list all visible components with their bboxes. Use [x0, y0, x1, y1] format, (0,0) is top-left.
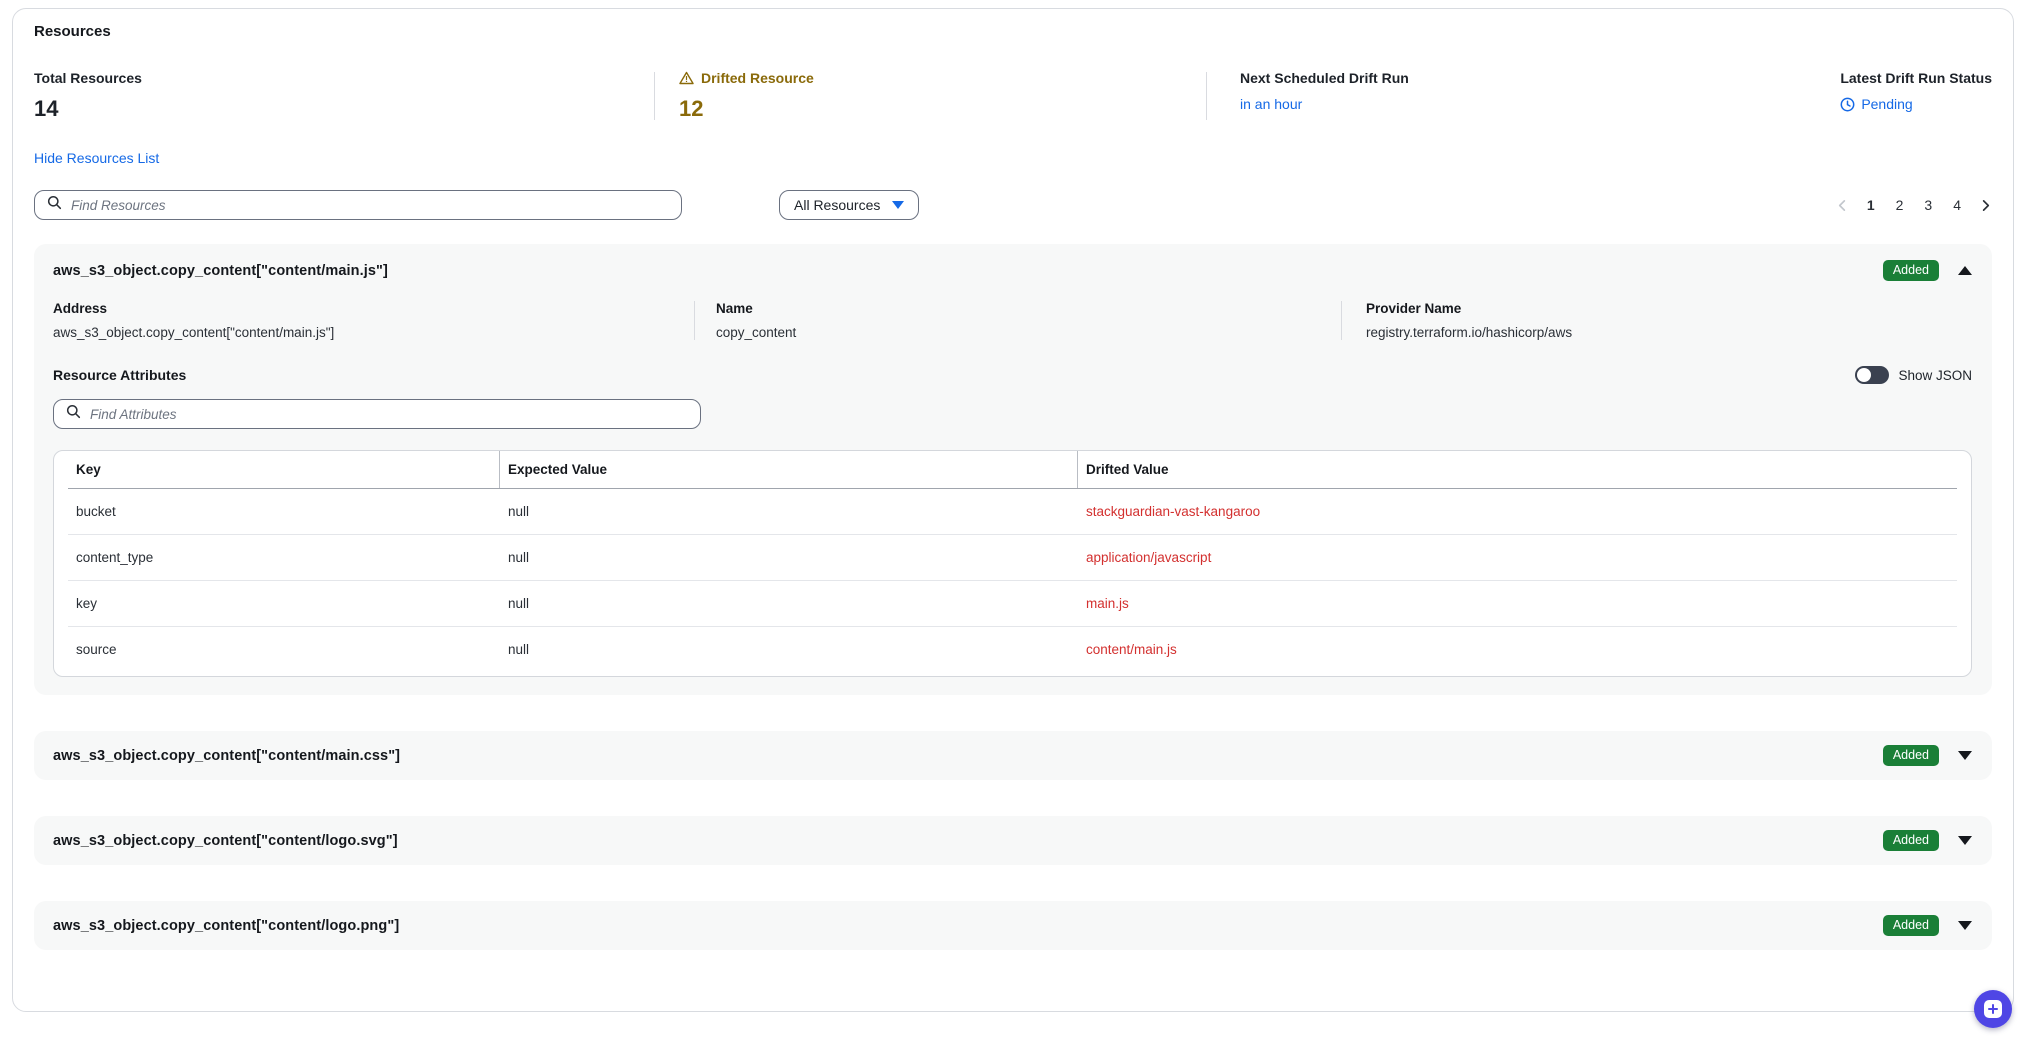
table-row: key null main.js	[68, 581, 1957, 627]
find-attributes-input[interactable]	[90, 407, 688, 422]
page-title: Resources	[34, 23, 1992, 40]
collapse-caret-icon[interactable]	[1958, 266, 1972, 275]
column-header-key: Key	[68, 451, 500, 488]
page-button-2[interactable]: 2	[1893, 195, 1907, 215]
pagination: 1 2 3 4	[1836, 195, 1992, 215]
plus-icon	[1984, 1000, 2002, 1018]
page-button-3[interactable]: 3	[1921, 195, 1935, 215]
resource-search-box[interactable]	[34, 190, 682, 220]
expand-caret-icon[interactable]	[1958, 751, 1972, 760]
field-name: Name copy_content	[695, 301, 1341, 340]
stat-total-value: 14	[34, 96, 654, 122]
resource-title: aws_s3_object.copy_content["content/main…	[53, 263, 388, 279]
expand-caret-icon[interactable]	[1958, 921, 1972, 930]
resource-card-collapsed[interactable]: aws_s3_object.copy_content["content/logo…	[34, 816, 1992, 865]
chevron-down-icon	[892, 201, 904, 209]
resources-panel: Resources Total Resources 14 Drifted Res…	[12, 8, 2014, 1012]
resource-card-collapsed[interactable]: aws_s3_object.copy_content["content/logo…	[34, 901, 1992, 950]
attribute-search-box[interactable]	[53, 399, 701, 429]
attributes-table: Key Expected Value Drifted Value bucket …	[53, 450, 1972, 677]
show-json-toggle[interactable]	[1855, 366, 1889, 384]
search-icon	[47, 195, 62, 215]
resource-title: aws_s3_object.copy_content["content/logo…	[53, 918, 399, 934]
chevron-left-icon[interactable]	[1836, 199, 1849, 212]
stat-latest-status-label: Latest Drift Run Status	[1840, 70, 1992, 86]
filter-selected-value: All Resources	[794, 197, 880, 213]
page-button-4[interactable]: 4	[1950, 195, 1964, 215]
search-icon	[66, 404, 81, 424]
latest-status-text: Pending	[1861, 96, 1912, 112]
chevron-right-icon[interactable]	[1979, 199, 1992, 212]
warning-triangle-icon	[679, 71, 694, 85]
stats-row: Total Resources 14 Drifted Resource 12 N…	[34, 70, 1992, 122]
stat-total-label: Total Resources	[34, 70, 654, 86]
field-address: Address aws_s3_object.copy_content["cont…	[53, 301, 694, 340]
table-row: source null content/main.js	[68, 627, 1957, 672]
resource-title: aws_s3_object.copy_content["content/logo…	[53, 833, 398, 849]
hide-resources-list-link[interactable]: Hide Resources List	[34, 150, 159, 166]
status-badge: Added	[1883, 260, 1939, 281]
show-json-label: Show JSON	[1898, 368, 1972, 383]
resource-card-collapsed[interactable]: aws_s3_object.copy_content["content/main…	[34, 731, 1992, 780]
status-badge: Added	[1883, 830, 1939, 851]
resource-controls: All Resources 1 2 3 4	[34, 190, 1992, 220]
table-header-row: Key Expected Value Drifted Value	[68, 451, 1957, 489]
find-resources-input[interactable]	[71, 198, 669, 213]
stat-drifted-resource: Drifted Resource 12	[655, 70, 1206, 122]
add-action-fab[interactable]	[1974, 990, 2012, 1028]
latest-status-link[interactable]: Pending	[1840, 96, 1992, 112]
page-button-1[interactable]: 1	[1864, 195, 1878, 215]
stat-drifted-label: Drifted Resource	[701, 70, 814, 86]
column-header-expected: Expected Value	[500, 451, 1078, 488]
resource-card-header[interactable]: aws_s3_object.copy_content["content/main…	[53, 260, 1972, 281]
stat-latest-drift-status: Latest Drift Run Status Pending	[1840, 70, 1992, 122]
stat-next-drift-run: Next Scheduled Drift Run in an hour	[1207, 70, 1840, 122]
expand-caret-icon[interactable]	[1958, 836, 1972, 845]
resource-title: aws_s3_object.copy_content["content/main…	[53, 748, 400, 764]
resource-card-expanded: aws_s3_object.copy_content["content/main…	[34, 244, 1992, 695]
resource-filter-dropdown[interactable]: All Resources	[779, 190, 919, 220]
stat-next-run-label: Next Scheduled Drift Run	[1240, 70, 1840, 86]
table-row: content_type null application/javascript	[68, 535, 1957, 581]
resource-fields: Address aws_s3_object.copy_content["cont…	[53, 301, 1972, 340]
next-run-time-link[interactable]: in an hour	[1240, 96, 1840, 112]
stat-drifted-value: 12	[679, 96, 1206, 122]
column-header-drifted: Drifted Value	[1078, 451, 1957, 488]
table-row: bucket null stackguardian-vast-kangaroo	[68, 489, 1957, 535]
field-provider-name: Provider Name registry.terraform.io/hash…	[1342, 301, 1972, 340]
toggle-knob	[1857, 368, 1871, 382]
clock-icon	[1840, 97, 1855, 112]
resource-attributes-title: Resource Attributes	[53, 367, 186, 383]
resource-attributes-header: Resource Attributes Show JSON	[53, 366, 1972, 384]
status-badge: Added	[1883, 745, 1939, 766]
stat-total-resources: Total Resources 14	[34, 70, 654, 122]
status-badge: Added	[1883, 915, 1939, 936]
